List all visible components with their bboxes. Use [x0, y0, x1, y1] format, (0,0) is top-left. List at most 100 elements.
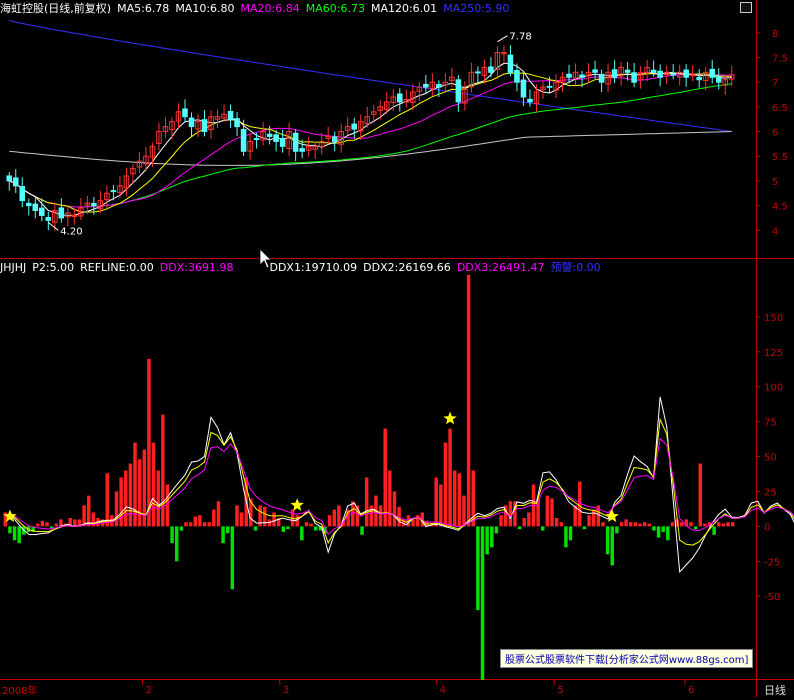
ddx-bar: [235, 505, 239, 527]
ddx-bar: [642, 522, 647, 527]
ddx-bar: [462, 495, 466, 527]
candle: [631, 72, 637, 83]
ddx1-label: DDX1:19710.09: [269, 261, 358, 274]
time-tick-label: 3: [283, 685, 289, 696]
ddx-bar: [717, 522, 721, 527]
candle: [71, 214, 78, 217]
ddx-bar: [8, 526, 12, 534]
ddx-bar: [693, 526, 698, 530]
chart-canvas[interactable]: 87.576.565.554.547.784.20150125100755025…: [0, 0, 794, 697]
ddx-bar: [286, 526, 290, 530]
price-annotation: 4.20: [60, 226, 82, 237]
ddx-bar: [480, 526, 485, 680]
stock-title[interactable]: 海虹控股(日线,前复权): [0, 2, 111, 15]
candle: [45, 217, 52, 221]
candle: [19, 186, 26, 202]
ddx-bar: [193, 516, 198, 527]
candle: [611, 69, 618, 78]
candle: [546, 85, 553, 88]
ddx-bar: [624, 519, 628, 527]
price-panel-header: 海虹控股(日线,前复权) MA5:6.78 MA10:6.80 MA20:6.84 MA…: [0, 2, 515, 16]
ddx-bar: [388, 470, 392, 527]
ddx-bar: [36, 523, 40, 527]
ddx-bar: [490, 526, 494, 548]
ddx-bar: [369, 505, 374, 527]
ddx-bar: [721, 523, 726, 527]
ddx-bar: [313, 526, 318, 531]
ddx-bar: [170, 526, 174, 544]
ddx-bar: [476, 526, 480, 611]
ddx-bar: [304, 522, 309, 527]
price-annotation: 7.78: [509, 32, 531, 43]
price-tick-label: 6.5: [772, 103, 788, 114]
indicator-tick-label: 75: [764, 418, 777, 429]
ddx-bar: [174, 526, 179, 562]
ddx-bar: [666, 526, 670, 541]
ddx-bar: [443, 442, 448, 527]
candle: [188, 117, 195, 128]
ddx-bar: [545, 495, 550, 527]
ddx-bar: [703, 523, 707, 527]
ddx-bar: [188, 522, 193, 527]
ddx-bar: [559, 522, 564, 527]
ddx3-label: DDX3:26491.47: [456, 261, 545, 274]
warning-label: 预警:0.00: [550, 261, 601, 274]
indicator-tick-label: 125: [764, 348, 783, 359]
ddx-bar: [730, 522, 735, 527]
ma250-label: MA250:5.90: [443, 2, 510, 15]
indicator-name[interactable]: JHJHJ: [0, 261, 26, 274]
ddx2-label: DDX2:26169.66: [363, 261, 451, 274]
ddx-bar: [165, 484, 170, 527]
ma120-label: MA120:6.01: [370, 2, 438, 15]
candle: [397, 93, 403, 103]
candle: [292, 132, 299, 152]
ddx-bar: [161, 414, 165, 527]
ddx-bar: [582, 526, 587, 530]
ddx-bar: [564, 526, 568, 548]
ddx-label: DDX:3691.98: [159, 261, 234, 274]
warning-star-icon: [290, 498, 304, 511]
candle: [12, 177, 19, 187]
ddx-bar: [221, 526, 225, 544]
price-annotation-arrow: [497, 35, 508, 43]
ddx-bar: [439, 484, 443, 527]
ddx-bar: [605, 526, 610, 555]
ddx-bar: [591, 509, 596, 527]
ddx-bar: [360, 526, 364, 535]
ma10-label: MA10:6.80: [175, 2, 235, 15]
candle: [423, 83, 429, 88]
candle: [234, 118, 240, 128]
indicator-tick-label: -50: [764, 592, 780, 603]
p2-label: P2:5.00: [32, 261, 75, 274]
panel-toggle-icon[interactable]: [740, 2, 752, 13]
ddx-bar: [452, 470, 457, 527]
candle: [475, 71, 481, 74]
ddx-bar: [610, 526, 614, 566]
ddx-bar: [712, 526, 716, 535]
ddx-bar: [45, 522, 49, 527]
candle: [26, 202, 32, 207]
time-tick-label: 4: [440, 685, 446, 696]
ddx-bar: [601, 522, 605, 527]
candle: [32, 203, 39, 212]
indicator-tick-label: 150: [764, 313, 783, 324]
ddx-bar: [508, 501, 513, 527]
ddx-bar: [679, 522, 684, 527]
candle: [6, 175, 13, 182]
ddx-bar: [494, 526, 499, 534]
price-tick-label: 5: [772, 177, 778, 188]
ddx-bar: [619, 522, 624, 527]
ddx-bar: [147, 358, 151, 527]
ddx-bar: [615, 526, 619, 534]
period-label[interactable]: 日线: [764, 682, 786, 698]
ddx-bar: [466, 275, 471, 527]
ddx-bar: [198, 515, 202, 527]
indicator-panel-header: JHJHJ P2:5.00 REFLINE:0.00 DDX:3691.98 DDX1:…: [0, 261, 607, 275]
candle: [253, 138, 260, 141]
candle: [227, 110, 234, 120]
ddx-bar: [73, 519, 77, 527]
candle: [579, 74, 585, 78]
watermark: 股票公式股票软件下载[分析家公式网www.88gs.com]: [500, 649, 754, 668]
time-tick-label: 6: [688, 685, 694, 696]
ddx-bar: [670, 522, 675, 527]
